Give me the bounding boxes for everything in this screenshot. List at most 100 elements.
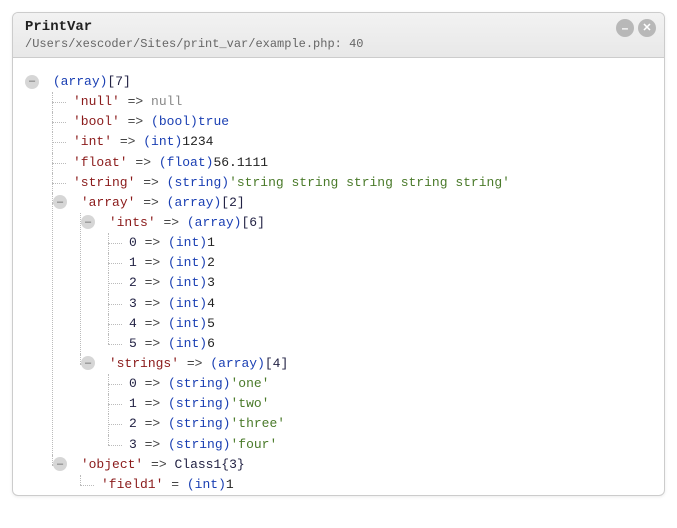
tree-item-array: – 'array' => (array)[2] – 'ints' => <box>45 193 650 455</box>
arrow-icon: => <box>163 215 179 230</box>
arrow-icon: => <box>151 457 167 472</box>
arrow-icon: => <box>145 235 161 250</box>
item-type: (bool) <box>151 114 198 129</box>
item-type: (int) <box>168 235 207 250</box>
item-value: 6 <box>207 336 215 351</box>
item-key: 'bool' <box>73 114 120 129</box>
item-value: 'three' <box>230 416 285 431</box>
item-type: (string) <box>168 396 230 411</box>
arrow-icon: => <box>145 255 161 270</box>
item-class: Class1{3} <box>174 457 244 472</box>
root-type: (array) <box>53 74 108 89</box>
collapse-icon[interactable]: – <box>81 356 95 370</box>
tree-item-int: 'int' => (int)1234 <box>45 132 650 152</box>
item-index: 3 <box>129 437 137 452</box>
item-value: 'four' <box>230 437 277 452</box>
arrow-icon: => <box>145 437 161 452</box>
item-value: 3 <box>207 275 215 290</box>
collapse-icon[interactable]: – <box>25 75 39 89</box>
minimize-button[interactable]: – <box>616 19 634 37</box>
item-type: (int) <box>168 296 207 311</box>
arrow-icon: => <box>143 175 159 190</box>
panel-header: PrintVar /Users/xescoder/Sites/print_var… <box>13 13 664 58</box>
tree-row: 1 => (string)'two' <box>101 394 650 414</box>
tree-item-strings: – 'strings' => (array)[4] 0 => (string)'… <box>73 354 650 455</box>
tree-item-null: 'null' => null <box>45 92 650 112</box>
tree-item-float: 'float' => (float)56.1111 <box>45 153 650 173</box>
item-index: 5 <box>129 336 137 351</box>
tree-row: 3 => (string)'four' <box>101 435 650 455</box>
arrow-icon: => <box>187 356 203 371</box>
root-count: [7] <box>107 74 130 89</box>
item-key: 'null' <box>73 94 120 109</box>
item-index: 1 <box>129 396 137 411</box>
item-index: 2 <box>129 275 137 290</box>
item-index: 3 <box>129 296 137 311</box>
item-index: 2 <box>129 416 137 431</box>
item-key: 'int' <box>73 134 112 149</box>
tree-row: 0 => (int)1 <box>101 233 650 253</box>
item-value: 1234 <box>182 134 213 149</box>
item-value: 1 <box>207 235 215 250</box>
item-type: (int) <box>168 275 207 290</box>
item-value: 4 <box>207 296 215 311</box>
item-key: 'strings' <box>109 356 179 371</box>
close-button[interactable]: ✕ <box>638 19 656 37</box>
arrow-icon: => <box>128 94 144 109</box>
collapse-icon[interactable]: – <box>53 457 67 471</box>
item-type: (array) <box>167 195 222 210</box>
arrow-icon: => <box>145 376 161 391</box>
tree-row: 3 => (int)4 <box>101 294 650 314</box>
item-type: (string) <box>167 175 229 190</box>
item-index: 4 <box>129 316 137 331</box>
tree-item-ints: – 'ints' => (array)[6] 0 => (int)11 => (… <box>73 213 650 354</box>
equals-icon: = <box>171 477 179 492</box>
item-key: 'ints' <box>109 215 156 230</box>
tree-row: 2 => (string)'three' <box>101 414 650 434</box>
item-index: 0 <box>129 376 137 391</box>
item-value: 1 <box>226 477 234 492</box>
arrow-icon: => <box>145 416 161 431</box>
item-value: 'two' <box>230 396 269 411</box>
tree-row: 0 => (string)'one' <box>101 374 650 394</box>
item-key: 'object' <box>81 457 143 472</box>
item-type: (int) <box>168 255 207 270</box>
tree-row: 4 => (int)5 <box>101 314 650 334</box>
item-value: 'one' <box>230 376 269 391</box>
arrow-icon: => <box>145 275 161 290</box>
panel-body: – (array)[7] 'null' => null 'bool' => (b… <box>13 58 664 495</box>
tree-root: – (array)[7] 'null' => null 'bool' => (b… <box>27 72 650 495</box>
debug-panel: PrintVar /Users/xescoder/Sites/print_var… <box>12 12 665 496</box>
item-type: (int) <box>168 336 207 351</box>
item-value: null <box>151 94 182 109</box>
arrow-icon: => <box>128 114 144 129</box>
item-count: [2] <box>221 195 244 210</box>
item-value: 'string string string string string' <box>229 175 510 190</box>
arrow-icon: => <box>145 396 161 411</box>
item-key: 'float' <box>73 155 128 170</box>
item-index: 1 <box>129 255 137 270</box>
item-type: (array) <box>210 356 265 371</box>
collapse-icon[interactable]: – <box>53 195 67 209</box>
panel-source-path: /Users/xescoder/Sites/print_var/example.… <box>25 37 654 51</box>
item-value: true <box>198 114 229 129</box>
item-value: 56.1111 <box>213 155 268 170</box>
panel-controls: – ✕ <box>616 19 656 37</box>
item-type: (string) <box>168 437 230 452</box>
tree-item-string: 'string' => (string)'string string strin… <box>45 173 650 193</box>
item-type: (int) <box>187 477 226 492</box>
item-type: (float) <box>159 155 214 170</box>
item-key: 'array' <box>81 195 136 210</box>
tree-item-object: – 'object' => Class1{3} 'field1' = (int)… <box>45 455 650 495</box>
arrow-icon: => <box>145 336 161 351</box>
arrow-icon: => <box>135 155 151 170</box>
item-count: [4] <box>265 356 288 371</box>
field-key: 'field1' <box>101 477 163 492</box>
tree-item-bool: 'bool' => (bool)true <box>45 112 650 132</box>
arrow-icon: => <box>143 195 159 210</box>
collapse-icon[interactable]: – <box>81 215 95 229</box>
item-value: 5 <box>207 316 215 331</box>
item-type: (int) <box>143 134 182 149</box>
item-count: [6] <box>241 215 264 230</box>
tree-row: 5 => (int)6 <box>101 334 650 354</box>
